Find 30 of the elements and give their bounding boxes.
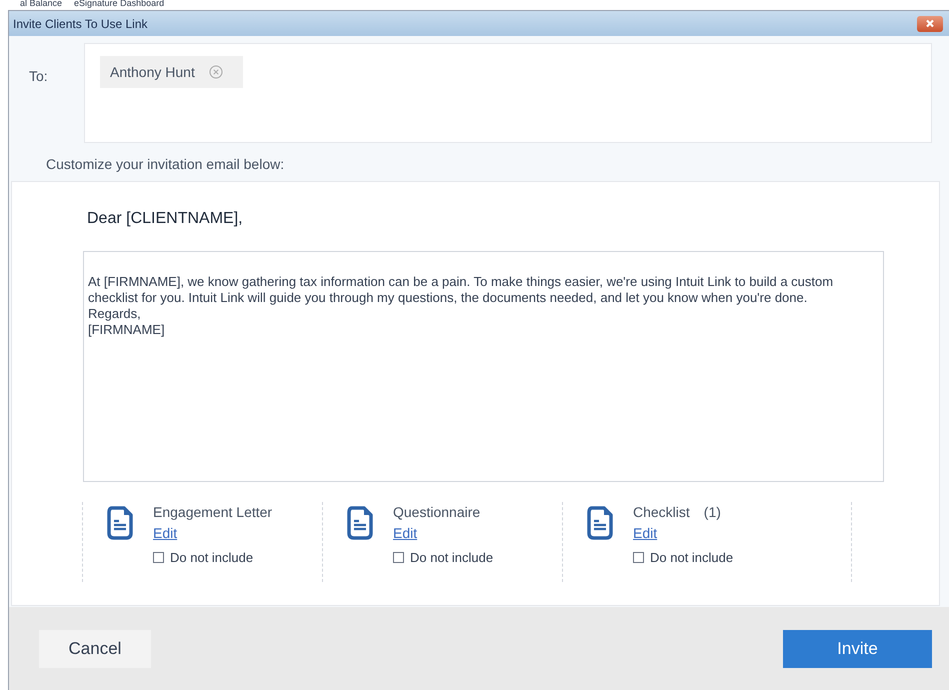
recipient-field[interactable]: Anthony Hunt xyxy=(84,43,932,143)
document-count: (1) xyxy=(704,503,721,522)
recipient-name: Anthony Hunt xyxy=(110,62,195,82)
greeting-text: Dear [CLIENTNAME], xyxy=(86,209,244,229)
window-title: Invite Clients To Use Link xyxy=(13,16,148,32)
checkbox[interactable] xyxy=(153,552,164,564)
close-icon xyxy=(925,19,935,28)
message-text: [FIRMNAME] xyxy=(88,322,166,338)
checkbox[interactable] xyxy=(393,552,404,564)
checkbox[interactable] xyxy=(633,552,644,564)
checkbox-label: Do not include xyxy=(410,549,494,567)
checkbox-label: Do not include xyxy=(650,549,734,567)
document-title: Questionnaire xyxy=(393,503,480,522)
document-icon xyxy=(107,506,133,540)
document-icon xyxy=(347,506,373,540)
cancel-button[interactable]: Cancel xyxy=(39,630,151,668)
customize-label: Customize your invitation email below: xyxy=(45,155,286,174)
message-text: Regards, xyxy=(88,306,142,322)
document-title: Checklist xyxy=(633,503,690,522)
to-label: To: xyxy=(29,67,49,86)
document-icon xyxy=(587,506,613,540)
document-title: Engagement Letter xyxy=(153,503,272,522)
edit-link[interactable]: Edit xyxy=(633,523,658,544)
checkbox-label: Do not include xyxy=(170,549,254,567)
close-button[interactable] xyxy=(917,16,943,32)
edit-link[interactable]: Edit xyxy=(153,523,178,544)
invite-button[interactable]: Invite xyxy=(783,630,932,668)
message-text: At [FIRMNAME], we know gathering tax information can be a pain. To make things easier, we're using Intuit Link to build a custom checklist for you. Intuit Link will guide you through my questions, the documents needed, and let you know when you're done. xyxy=(88,274,834,306)
message-field[interactable] xyxy=(83,251,884,482)
edit-link[interactable]: Edit xyxy=(393,523,418,544)
